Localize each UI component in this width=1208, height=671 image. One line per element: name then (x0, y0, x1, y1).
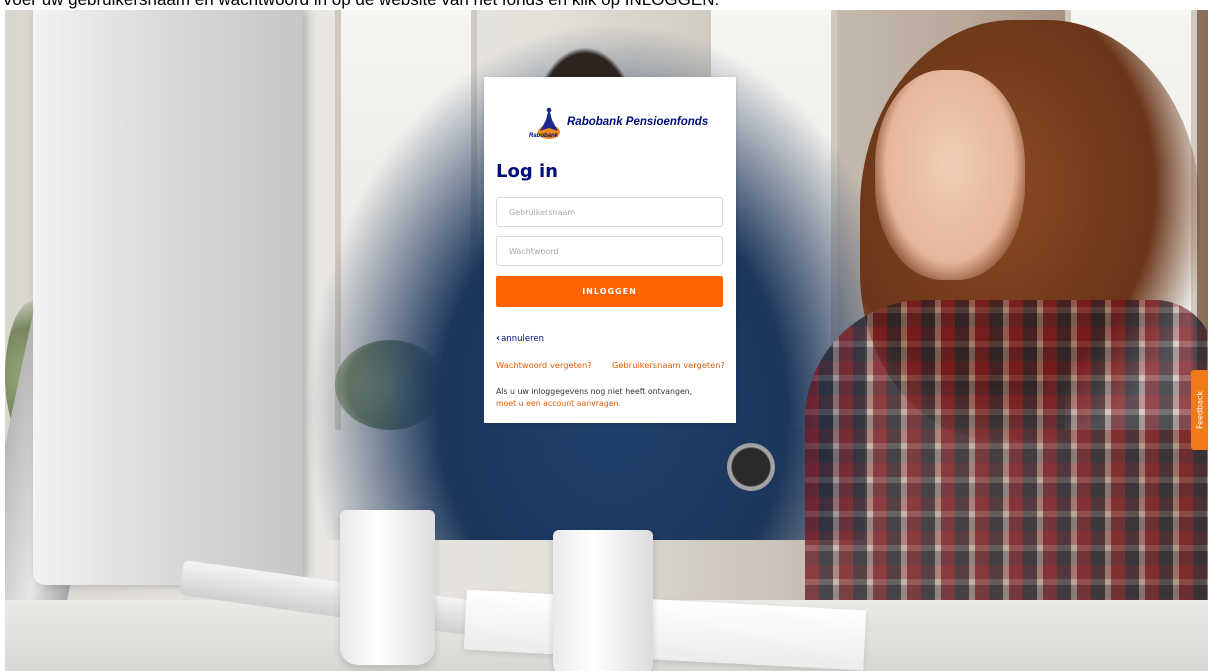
account-note-text: Als u uw inloggegevens nog niet heeft on… (496, 387, 693, 396)
feedback-label: Feedback (1195, 390, 1204, 430)
instruction-text: Voer uw gebruikersnaam en wachtwoord in … (2, 0, 719, 8)
rabobank-logo: Rabobank Rabobank Pensioenfonds (529, 104, 708, 144)
forgot-username-link[interactable]: Gebruikersnaam vergeten? (612, 360, 725, 370)
cancel-link-label: annuleren (501, 334, 545, 344)
rabobank-logo-small-text: Rabobank (529, 133, 559, 139)
background-cup (553, 530, 653, 671)
background-monitor (33, 10, 303, 585)
feedback-tab[interactable]: Feedback (1191, 370, 1208, 450)
password-input[interactable] (496, 236, 723, 266)
login-title: Log in (496, 161, 558, 182)
chevron-left-icon: ‹ (496, 333, 501, 344)
background-person-woman-face (875, 70, 1025, 280)
forgot-password-link[interactable]: Wachtwoord vergeten? (496, 360, 592, 370)
background-cup (340, 510, 435, 665)
screen: Voer uw gebruikersnaam en wachtwoord in … (0, 0, 1208, 671)
background-watch (727, 443, 775, 491)
account-note: Als u uw inloggegevens nog niet heeft on… (496, 386, 726, 410)
instruction-banner: Voer uw gebruikersnaam en wachtwoord in … (0, 0, 1208, 9)
rabobank-brand-name: Rabobank Pensioenfonds (567, 116, 709, 128)
username-input[interactable] (496, 197, 723, 227)
request-account-link[interactable]: moet u een account aanvragen. (496, 399, 621, 408)
login-card: Rabobank Rabobank Pensioenfonds Log in I… (484, 77, 736, 423)
cancel-link[interactable]: ‹annuleren (496, 333, 544, 344)
login-button[interactable]: INLOGGEN (496, 276, 723, 307)
